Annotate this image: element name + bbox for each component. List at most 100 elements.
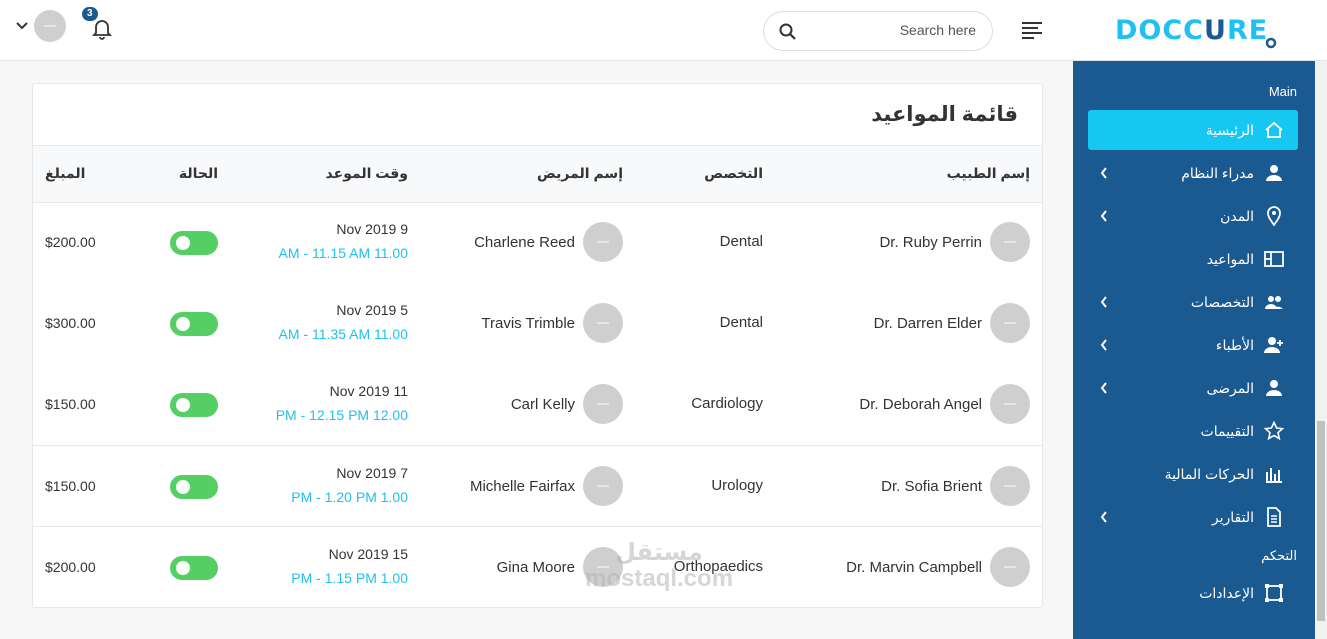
appointment-time: AM - 11.35 AM 11.00 [278,326,408,342]
sidebar-item-cities[interactable]: المدن [1088,196,1298,236]
sidebar-item-transactions[interactable]: الحركات المالية [1088,454,1298,494]
sidebar-item-doctors[interactable]: الأطباء [1088,325,1298,365]
user-menu[interactable] [14,10,66,42]
patient-name[interactable]: Carl Kelly [511,396,575,413]
amount: $200.00 [45,234,96,250]
sidebar-item-home[interactable]: الرئيسية [1088,110,1298,150]
status-toggle[interactable] [170,312,218,336]
appointment-date: Nov 2019 15 [328,546,408,562]
sidebar-item-specialties[interactable]: التخصصات [1088,282,1298,322]
table-row[interactable]: Dr. Deborah Angel Cardiology Carl Kelly … [33,365,1042,446]
doctor-name[interactable]: Dr. Deborah Angel [859,396,982,413]
chevron-down-icon[interactable] [14,18,30,34]
watermark: مستقل mostaql.com [585,540,733,592]
user-icon [1264,163,1284,183]
doctor-avatar [990,547,1030,587]
chevron-left-icon [1100,166,1110,180]
specialty: Urology [711,477,763,494]
file-icon [1264,507,1284,527]
map-pin-icon [1264,206,1284,226]
chevron-left-icon [1100,295,1110,309]
sidebar: Main الرئيسية مدراء النظام المدن المواعي… [1073,61,1315,639]
sidebar-item-label: الأطباء [1215,336,1254,353]
user-plus-icon [1264,335,1284,355]
scrollbar-thumb[interactable] [1317,421,1325,621]
top-header: 3 DOCCURE [0,0,1327,61]
sidebar-item-admins[interactable]: مدراء النظام [1088,153,1298,193]
patient-name[interactable]: Travis Trimble [481,315,575,332]
doctor-name[interactable]: Dr. Ruby Perrin [879,234,982,251]
appointment-time: PM - 1.20 PM 1.00 [291,489,408,505]
search-icon[interactable] [779,23,797,41]
sidebar-item-label: التخصصات [1190,293,1254,310]
doctor-avatar [990,466,1030,506]
page-scrollbar[interactable] [1315,61,1327,639]
layout-icon [1264,249,1284,269]
stethoscope-icon [1265,37,1277,49]
chevron-left-icon [1100,381,1110,395]
column-header-time: وقت الموعد [325,165,408,181]
card-title: قائمة المواعيد [871,103,1018,126]
doctor-avatar [990,303,1030,343]
notification-badge: 3 [82,7,98,21]
star-icon [1264,421,1284,441]
doctor-name[interactable]: Dr. Darren Elder [874,315,982,332]
sidebar-item-label: المرضى [1206,379,1254,396]
logo-text: DOCCURE [1115,14,1269,46]
amount: $150.00 [45,478,96,494]
user-icon [1264,378,1284,398]
status-toggle[interactable] [170,556,218,580]
appointment-time: AM - 11.15 AM 11.00 [278,245,408,261]
table-row[interactable]: Dr. Sofia Brient Urology Michelle Fairfa… [33,445,1042,526]
column-header-amount: المبلغ [45,165,86,181]
sidebar-item-patients[interactable]: المرضى [1088,368,1298,408]
patient-name[interactable]: Charlene Reed [474,234,575,251]
appointment-time: PM - 1.15 PM 1.00 [291,570,408,586]
sidebar-item-label: المدن [1220,207,1254,224]
column-header-patient: إسم المريض [537,165,623,181]
sidebar-item-label: التقارير [1211,508,1254,525]
watermark-url: mostaql.com [585,565,734,592]
sidebar-item-appointments[interactable]: المواعيد [1088,239,1298,279]
patient-name[interactable]: Michelle Fairfax [470,478,575,495]
sidebar-item-label: المواعيد [1206,250,1254,267]
user-avatar[interactable] [34,10,66,42]
logo[interactable]: DOCCURE [1115,9,1278,51]
column-header-doctor: إسم الطبيب [946,165,1030,181]
search-input[interactable] [816,22,976,38]
appointments-card: قائمة المواعيد إسم الطبيب التخصص إسم الم… [32,83,1043,608]
menu-toggle-icon[interactable] [1021,21,1043,41]
sidebar-item-label: الرئيسية [1205,121,1254,138]
patient-name[interactable]: Gina Moore [497,559,575,576]
bell-icon[interactable] [91,18,114,40]
status-toggle[interactable] [170,231,218,255]
sidebar-item-reports[interactable]: التقارير [1088,497,1298,537]
appointment-date: Nov 2019 5 [336,302,408,318]
patient-avatar [583,384,623,424]
sidebar-item-reviews[interactable]: التقييمات [1088,411,1298,451]
amount: $300.00 [45,315,96,331]
watermark-arabic: مستقل [615,539,703,566]
amount: $200.00 [45,559,96,575]
table-row[interactable]: Dr. Marvin Campbell Orthopaedics Gina Mo… [33,526,1042,607]
sidebar-item-label: التقييمات [1200,422,1254,439]
sidebar-item-settings[interactable]: الإعدادات [1088,573,1298,613]
table-row[interactable]: Dr. Ruby Perrin Dental Charlene Reed Nov… [33,203,1042,284]
appointment-time: PM - 12.15 PM 12.00 [275,407,408,423]
doctor-name[interactable]: Dr. Sofia Brient [881,478,982,495]
table-header: إسم الطبيب التخصص إسم المريض وقت الموعد … [33,145,1042,203]
doctor-avatar [990,222,1030,262]
status-toggle[interactable] [170,393,218,417]
appointment-date: Nov 2019 9 [336,221,408,237]
doctor-name[interactable]: Dr. Marvin Campbell [846,559,982,576]
people-icon [1264,292,1284,312]
amount: $150.00 [45,396,96,412]
chevron-left-icon [1100,338,1110,352]
search-box[interactable] [763,11,993,51]
patient-avatar [583,303,623,343]
table-row[interactable]: Dr. Darren Elder Dental Travis Trimble N… [33,284,1042,365]
settings-frame-icon [1264,583,1284,603]
status-toggle[interactable] [170,475,218,499]
home-icon [1264,120,1284,140]
patient-avatar [583,222,623,262]
